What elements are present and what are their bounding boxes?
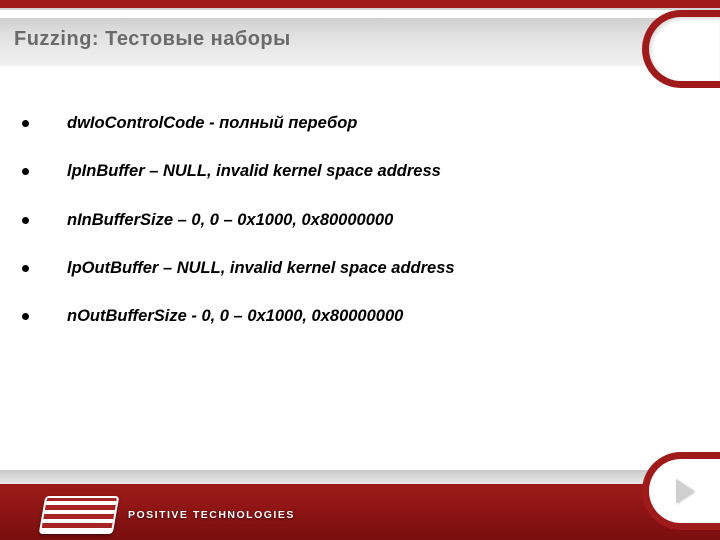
next-arrow-container[interactable]	[642, 452, 720, 530]
title-band: Fuzzing: Тестовые наборы	[0, 18, 720, 66]
list-item: dwIoControlCode - полный перебор	[22, 112, 662, 134]
bullet-text: lpInBuffer – NULL, invalid kernel space …	[67, 160, 441, 182]
slide-title: Fuzzing: Тестовые наборы	[14, 28, 291, 51]
bullet-icon	[22, 217, 29, 224]
bullet-icon	[22, 120, 29, 127]
list-item: lpOutBuffer – NULL, invalid kernel space…	[22, 257, 662, 279]
bullet-text: dwIoControlCode - полный перебор	[67, 112, 357, 134]
bottom-gray-band	[0, 470, 720, 484]
brand-name: POSITIVE TECHNOLOGIES	[128, 509, 295, 521]
logo-icon	[39, 496, 120, 534]
bullet-icon	[22, 168, 29, 175]
top-border	[0, 0, 720, 8]
bullet-text: nOutBufferSize - 0, 0 – 0x1000, 0x800000…	[67, 305, 403, 327]
top-highlight	[0, 8, 720, 10]
brand-logo: POSITIVE TECHNOLOGIES	[42, 496, 295, 534]
slide: Fuzzing: Тестовые наборы dwIoControlCode…	[0, 0, 720, 540]
title-corner-decoration	[642, 10, 720, 88]
bullet-text: nInBufferSize – 0, 0 – 0x1000, 0x8000000…	[67, 209, 393, 231]
list-item: lpInBuffer – NULL, invalid kernel space …	[22, 160, 662, 182]
arrow-right-icon	[676, 479, 694, 503]
content-area: dwIoControlCode - полный перебор lpInBuf…	[22, 112, 662, 353]
bullet-icon	[22, 313, 29, 320]
list-item: nInBufferSize – 0, 0 – 0x1000, 0x8000000…	[22, 209, 662, 231]
bullet-icon	[22, 265, 29, 272]
list-item: nOutBufferSize - 0, 0 – 0x1000, 0x800000…	[22, 305, 662, 327]
bullet-text: lpOutBuffer – NULL, invalid kernel space…	[67, 257, 455, 279]
